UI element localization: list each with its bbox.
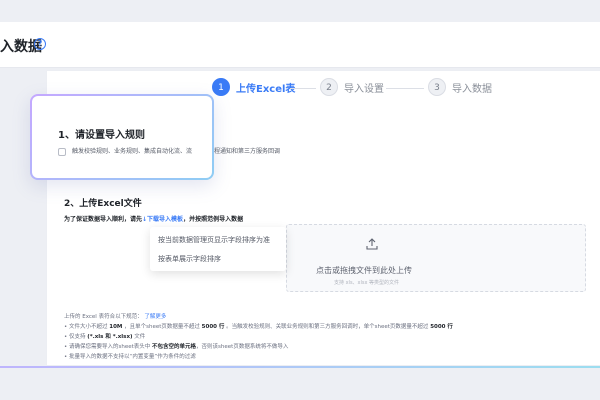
notes-line-size: • 文件大小不超过 10M ，且单个sheet页数据量不超过 5000 行 。当…: [64, 324, 453, 330]
step-number: 3: [428, 78, 446, 96]
hint-suffix: ，并按照范例导入数据: [183, 216, 244, 223]
step-label: 上传Excel表: [236, 83, 296, 95]
upload-file-types: 支持 xls、xlsx 等类型的文件: [334, 280, 400, 286]
upload-dropzone[interactable]: [286, 224, 586, 292]
question-circle-icon[interactable]: ?: [34, 38, 46, 50]
frame-glow-bottom: [0, 366, 600, 368]
trigger-rules-checkbox[interactable]: [58, 148, 66, 156]
notes-line-format: • 仅支持 (*.xls 和 *.xlsx) 文件: [64, 334, 146, 340]
notes-line-header: • 请确保您需要导入的sheet表头中 不包含空的单元格，否则该sheet页数据…: [64, 344, 289, 350]
upload-icon: [366, 238, 378, 250]
upload-instruction: 点击或拖拽文件到此处上传: [316, 266, 412, 275]
step-label: 导入数据: [452, 83, 492, 95]
field-order-dropdown: 按当前数据管理页显示字段排序为准 按表单展示字段排序: [150, 227, 286, 271]
step-number: 1: [212, 78, 230, 96]
download-template-link[interactable]: ↓下载导入模板: [142, 216, 183, 223]
notes-line-filter: • 批量导入的数据不支持以“内置变量”作为条件的过滤: [64, 354, 196, 360]
top-bar: 入数据 ?: [0, 22, 600, 68]
learn-more-link[interactable]: 了解更多: [144, 314, 166, 320]
step-connector: [290, 88, 316, 89]
step-label: 导入设置: [344, 83, 384, 95]
template-hint: 为了保证数据导入顺利，请先↓下载导入模板，并按照范例导入数据: [64, 214, 243, 223]
import-rules-popup: 1、请设置导入规则 触发校验规则、业务规则、集成自动化流、流: [30, 94, 214, 180]
import-rules-title: 1、请设置导入规则: [58, 130, 145, 141]
upload-section-title: 2、上传Excel文件: [64, 199, 142, 209]
step-import-settings[interactable]: 2 导入设置: [320, 78, 384, 96]
trigger-rules-label: 触发校验规则、业务规则、集成自动化流、流: [72, 148, 193, 155]
dropdown-option-current-order[interactable]: 按当前数据管理页显示字段排序为准: [158, 235, 270, 245]
hint-prefix: 为了保证数据导入顺利，请先: [64, 216, 143, 223]
step-upload-excel[interactable]: 1 上传Excel表: [212, 78, 295, 96]
trigger-rules-label-rest: 程通知和第三方服务回调: [214, 148, 281, 155]
step-import-data[interactable]: 3 导入数据: [428, 78, 492, 96]
step-connector: [386, 88, 424, 89]
notes-intro: 上传的 Excel 表符合以下规范： 了解更多: [64, 314, 167, 320]
dropdown-option-form-order[interactable]: 按表单展示字段排序: [158, 254, 221, 264]
step-number: 2: [320, 78, 338, 96]
